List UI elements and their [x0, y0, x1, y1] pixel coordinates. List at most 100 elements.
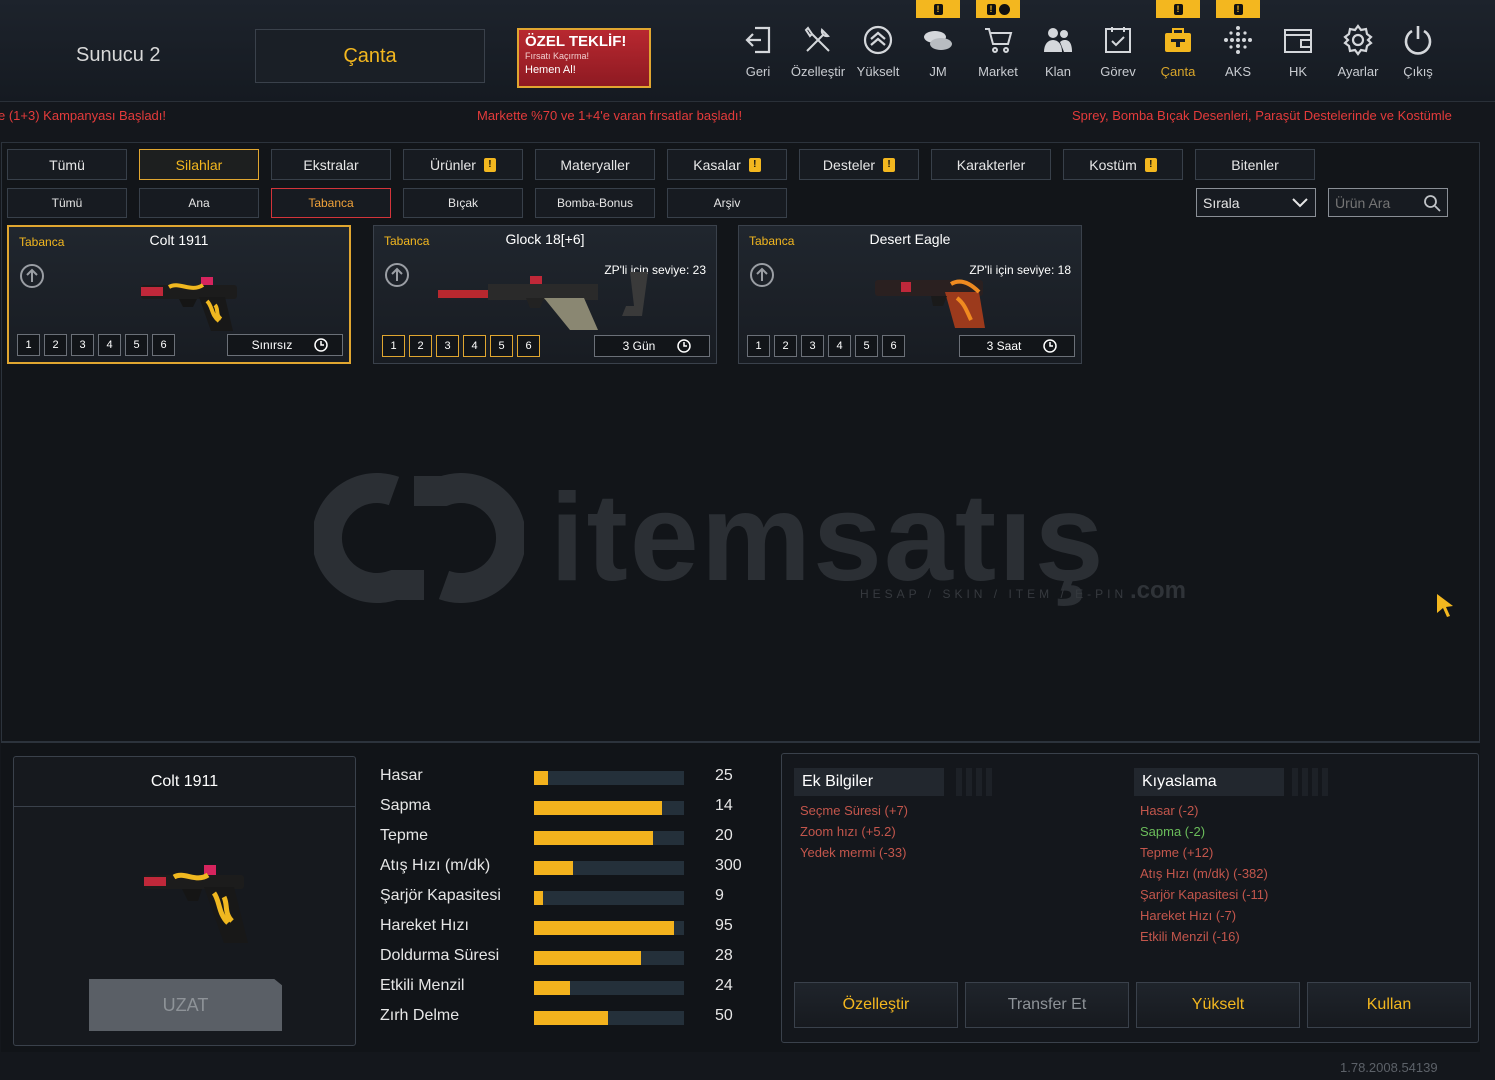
category-label: Karakterler [956, 156, 1026, 173]
stat-value: 50 [715, 1007, 733, 1024]
slot[interactable]: 2 [44, 334, 67, 356]
stat-row-sarjor: Şarjör Kapasitesi 9 [380, 887, 760, 909]
stat-value: 28 [715, 947, 733, 964]
slot[interactable]: 6 [882, 335, 905, 357]
extra-info-line: Yedek mermi (-33) [800, 845, 907, 860]
subcategory-bomba-bonus[interactable]: Bomba-Bonus [535, 188, 655, 218]
category-ekstralar[interactable]: Ekstralar [271, 149, 391, 180]
nav-jm[interactable]: ! JM [908, 0, 968, 84]
slot[interactable]: 4 [98, 334, 121, 356]
category-silahlar[interactable]: Silahlar [139, 149, 259, 180]
search-icon[interactable] [1423, 194, 1441, 212]
yukselt-button[interactable]: Yükselt [1136, 982, 1300, 1028]
category-desteler[interactable]: Desteler! [799, 149, 919, 180]
nav-label: Market [978, 64, 1018, 79]
stat-value: 25 [715, 767, 733, 784]
ozellestir-button[interactable]: Özelleştir [794, 982, 958, 1028]
subcategory-tabanca[interactable]: Tabanca [271, 188, 391, 218]
nav-canta[interactable]: ! Çanta [1148, 0, 1208, 84]
colt-1911-image [141, 277, 237, 331]
nav-label: Çanta [1160, 64, 1196, 79]
nav-ayarlar[interactable]: Ayarlar [1328, 24, 1388, 84]
slot[interactable]: 1 [382, 335, 405, 357]
item-card-glock-18[interactable]: Tabanca Glock 18[+6] ZP'li için seviye: … [373, 225, 717, 364]
category-karakterler[interactable]: Karakterler [931, 149, 1051, 180]
stat-bar-fill [534, 951, 641, 965]
search-input[interactable] [1335, 194, 1415, 211]
category-kostum[interactable]: Kostüm! [1063, 149, 1183, 180]
nav-hk[interactable]: HK [1268, 24, 1328, 84]
category-materyaller[interactable]: Materyaller [535, 149, 655, 180]
warning-icon: ! [1144, 157, 1157, 172]
slot[interactable]: 4 [463, 335, 486, 357]
upgrade-icon[interactable] [749, 262, 775, 288]
stat-row-doldurma: Doldurma Süresi 28 [380, 947, 760, 969]
duration-text: 3 Gün [622, 339, 656, 353]
stat-bar-fill [534, 861, 573, 875]
subcategory-ana[interactable]: Ana [139, 188, 259, 218]
slot[interactable]: 4 [828, 335, 851, 357]
nav-aks[interactable]: ! AKS [1208, 0, 1268, 84]
subcategory-arsiv[interactable]: Arşiv [667, 188, 787, 218]
item-card-desert-eagle[interactable]: Tabanca Desert Eagle ZP'li için seviye: … [738, 225, 1082, 364]
slot[interactable]: 3 [801, 335, 824, 357]
slot[interactable]: 2 [774, 335, 797, 357]
search-box[interactable] [1328, 188, 1448, 217]
upgrade-icon[interactable] [384, 262, 410, 288]
nav-cikis[interactable]: Çıkış [1388, 24, 1448, 84]
slot[interactable]: 3 [436, 335, 459, 357]
stat-value: 24 [715, 977, 733, 994]
slot-row: 1 2 3 4 5 6 [382, 335, 540, 357]
category-urunler[interactable]: Ürünler! [403, 149, 523, 180]
item-card-colt-1911[interactable]: Tabanca Colt 1911 1 2 3 4 5 6 Sınırsız [7, 225, 351, 364]
nav-market[interactable]: ! Market [968, 0, 1028, 84]
comparison-title: Kıyaslama [1134, 768, 1284, 796]
stat-bar-track [534, 861, 684, 875]
category-tumu[interactable]: Tümü [7, 149, 127, 180]
slot[interactable]: 1 [17, 334, 40, 356]
slot[interactable]: 3 [71, 334, 94, 356]
canta-tab[interactable]: Çanta [255, 29, 485, 83]
nav-klan[interactable]: Klan [1028, 24, 1088, 84]
extra-info-line: Zoom hızı (+5.2) [800, 824, 896, 839]
nav-yukselt[interactable]: Yükselt [848, 24, 908, 84]
slot[interactable]: 6 [517, 335, 540, 357]
watermark-tagline: HESAP / SKIN / ITEM / E-PIN [860, 587, 1128, 601]
stat-bar-fill [534, 921, 674, 935]
item-duration: Sınırsız [227, 334, 343, 356]
category-kasalar[interactable]: Kasalar! [667, 149, 787, 180]
nav-gorev[interactable]: Görev [1088, 24, 1148, 84]
stat-bar-track [534, 771, 684, 785]
special-offer-banner[interactable]: ÖZEL TEKLİF! Fırsatı Kaçırma! Hemen Al! [517, 28, 651, 88]
nav-geri[interactable]: Geri [728, 24, 788, 84]
header-stripes [1292, 768, 1332, 796]
slot[interactable]: 2 [409, 335, 432, 357]
stat-bar-track [534, 921, 684, 935]
stat-row-tepme: Tepme 20 [380, 827, 760, 849]
category-bitenler[interactable]: Bitenler [1195, 149, 1315, 180]
offer-cta[interactable]: Hemen Al! [525, 62, 643, 78]
subcategory-tumu[interactable]: Tümü [7, 188, 127, 218]
slot[interactable]: 5 [125, 334, 148, 356]
subcategory-bicak[interactable]: Bıçak [403, 188, 523, 218]
slot[interactable]: 1 [747, 335, 770, 357]
nav-label: Görev [1100, 64, 1136, 79]
upgrade-icon[interactable] [19, 263, 45, 289]
slot[interactable]: 5 [490, 335, 513, 357]
nav-ozellestir[interactable]: Özelleştir [788, 24, 848, 84]
stat-bar-track [534, 801, 684, 815]
clock-icon [314, 338, 329, 352]
back-icon [745, 26, 771, 54]
nav-label: Geri [745, 64, 771, 79]
kullan-button[interactable]: Kullan [1307, 982, 1471, 1028]
notification-badge: ! [976, 0, 1020, 18]
uzat-button[interactable]: UZAT [89, 979, 282, 1031]
rank-up-icon [863, 25, 893, 55]
slot[interactable]: 6 [152, 334, 175, 356]
stat-label: Zırh Delme [380, 1007, 460, 1024]
slot[interactable]: 5 [855, 335, 878, 357]
stat-bar-track [534, 951, 684, 965]
sort-dropdown[interactable]: Sırala [1196, 188, 1316, 217]
dots-icon [1224, 26, 1252, 54]
transfer-button[interactable]: Transfer Et [965, 982, 1129, 1028]
